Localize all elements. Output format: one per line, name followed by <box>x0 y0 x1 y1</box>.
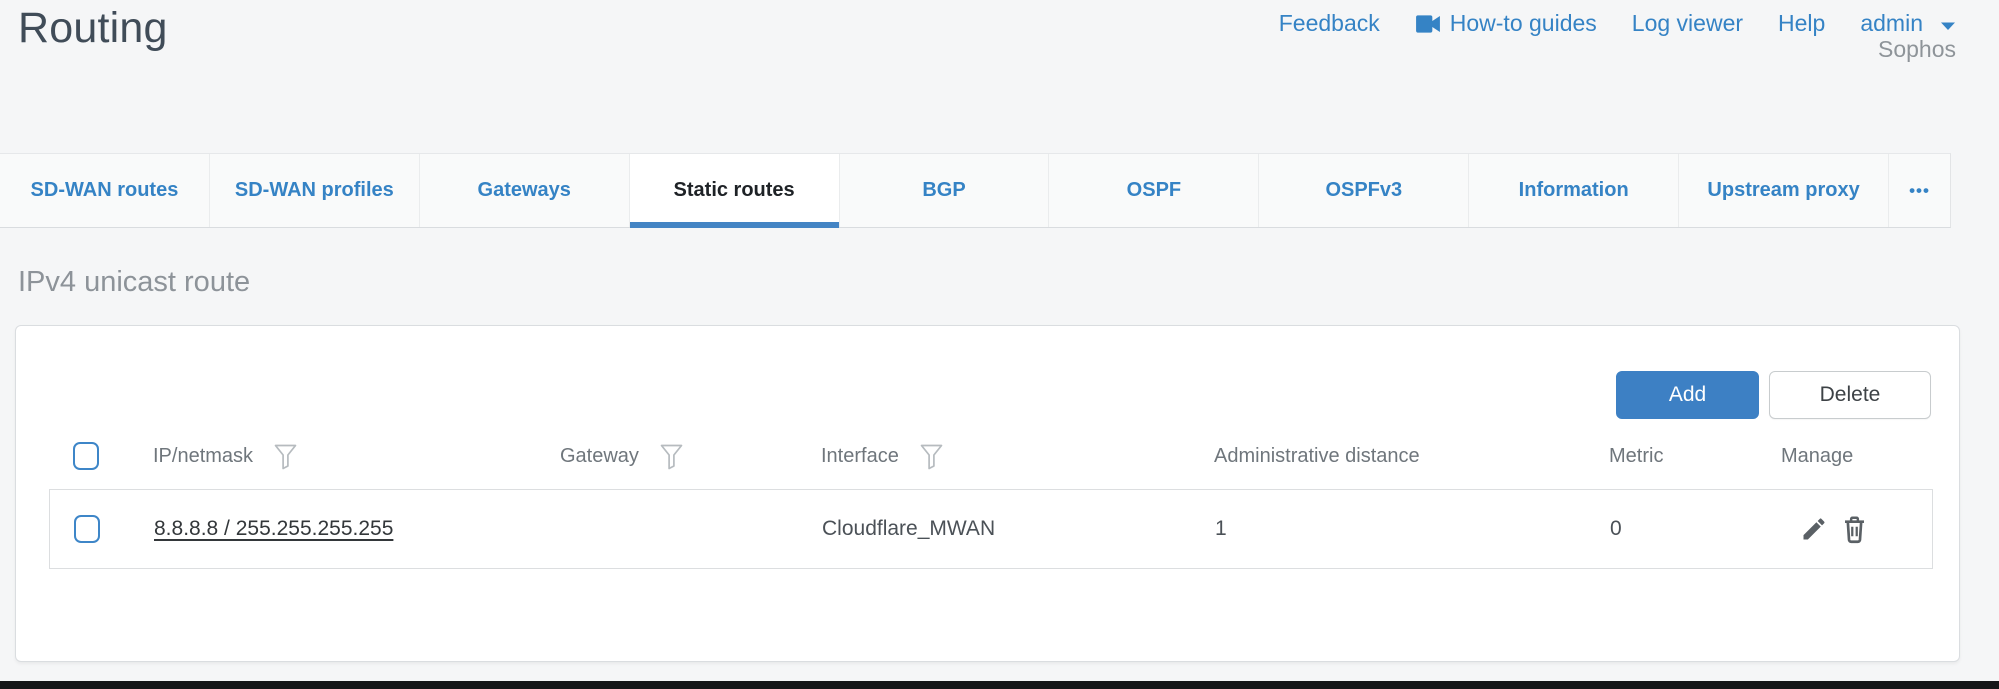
tab-upstream-proxy[interactable]: Upstream proxy <box>1679 154 1889 227</box>
tab-information[interactable]: Information <box>1469 154 1679 227</box>
column-header-ip-netmask: IP/netmask <box>153 445 253 468</box>
tab-sd-wan-routes[interactable]: SD-WAN routes <box>0 154 210 227</box>
page-title: Routing <box>18 4 168 53</box>
tab-bgp[interactable]: BGP <box>840 154 1050 227</box>
tab-gateways[interactable]: Gateways <box>420 154 630 227</box>
more-tabs-icon[interactable]: ••• <box>1889 154 1950 227</box>
feedback-link[interactable]: Feedback <box>1279 10 1380 37</box>
feedback-label: Feedback <box>1279 10 1380 37</box>
help-label: Help <box>1778 10 1825 37</box>
metric-cell: 0 <box>1610 517 1782 541</box>
filter-icon[interactable] <box>273 443 298 470</box>
brand-label: Sophos <box>1878 36 1956 63</box>
section-heading: IPv4 unicast route <box>18 266 250 299</box>
table-header-row: IP/netmask Gateway Interface Administrat… <box>49 426 1933 486</box>
chevron-down-icon <box>1940 10 1956 37</box>
trash-icon[interactable] <box>1841 515 1868 544</box>
edit-pencil-icon[interactable] <box>1800 515 1828 543</box>
interface-cell: Cloudflare_MWAN <box>822 517 1215 541</box>
how-to-guides-label: How-to guides <box>1450 10 1597 37</box>
tab-static-routes[interactable]: Static routes <box>630 154 840 227</box>
user-name-label: admin <box>1860 10 1923 37</box>
column-header-interface: Interface <box>821 445 899 468</box>
video-camera-icon <box>1415 13 1441 35</box>
tab-bar: SD-WAN routes SD-WAN profiles Gateways S… <box>0 153 1951 228</box>
column-header-metric: Metric <box>1609 445 1781 468</box>
column-header-administrative-distance: Administrative distance <box>1214 445 1609 468</box>
how-to-guides-link[interactable]: How-to guides <box>1415 10 1597 37</box>
tab-ospf[interactable]: OSPF <box>1049 154 1259 227</box>
filter-icon[interactable] <box>659 443 684 470</box>
help-link[interactable]: Help <box>1778 10 1825 37</box>
filter-icon[interactable] <box>919 443 944 470</box>
log-viewer-link[interactable]: Log viewer <box>1632 10 1743 37</box>
column-header-gateway: Gateway <box>560 445 639 468</box>
row-checkbox[interactable] <box>74 515 100 543</box>
route-link[interactable]: 8.8.8.8 / 255.255.255.255 <box>154 517 393 540</box>
ipv4-unicast-route-panel: Add Delete IP/netmask Gateway Interface … <box>15 325 1960 662</box>
tab-ospfv3[interactable]: OSPFv3 <box>1259 154 1469 227</box>
select-all-checkbox[interactable] <box>73 442 99 470</box>
column-header-manage: Manage <box>1781 445 1933 468</box>
administrative-distance-cell: 1 <box>1215 517 1610 541</box>
log-viewer-label: Log viewer <box>1632 10 1743 37</box>
table-row: 8.8.8.8 / 255.255.255.255 Cloudflare_MWA… <box>49 489 1933 569</box>
add-button[interactable]: Add <box>1616 371 1759 419</box>
screen-bottom-edge <box>0 681 1999 689</box>
tab-sd-wan-profiles[interactable]: SD-WAN profiles <box>210 154 420 227</box>
delete-button[interactable]: Delete <box>1769 371 1931 419</box>
top-nav: Feedback How-to guides Log viewer Help a… <box>1279 10 1956 37</box>
user-menu[interactable]: admin <box>1860 10 1956 37</box>
